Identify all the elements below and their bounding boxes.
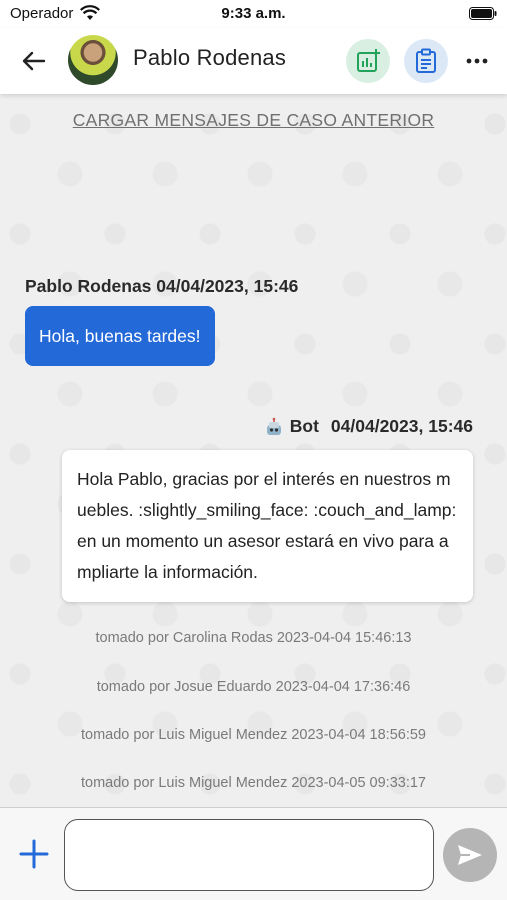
send-icon <box>458 845 482 865</box>
contact-avatar[interactable] <box>68 35 118 85</box>
user-message-header: Pablo Rodenas 04/04/2023, 15:46 <box>25 276 298 297</box>
load-previous-messages-link[interactable]: CARGAR MENSAJES DE CASO ANTERIOR <box>0 110 507 131</box>
chat-header: Pablo Rodenas <box>0 28 507 94</box>
message-timestamp: 04/04/2023, 15:46 <box>330 416 473 436</box>
chat-area[interactable]: CARGAR MENSAJES DE CASO ANTERIOR Pablo R… <box>0 94 507 807</box>
stats-button[interactable] <box>346 39 390 83</box>
arrow-left-icon <box>22 51 46 71</box>
taken-by-note: tomado por Luis Miguel Mendez 2023-04-04… <box>80 727 426 743</box>
back-button[interactable] <box>18 46 50 76</box>
clipboard-button[interactable] <box>404 39 448 83</box>
clipboard-icon <box>416 48 436 73</box>
send-button[interactable] <box>443 828 497 882</box>
plus-icon <box>19 839 49 869</box>
message-text: Hola, buenas tardes! <box>39 325 201 346</box>
status-bar: Operador 9:33 a.m. <box>0 0 507 28</box>
taken-by-note: tomado por Carolina Rodas 2023-04-04 15:… <box>95 630 412 646</box>
message-composer <box>0 807 507 900</box>
message-sender: Bot <box>289 416 319 436</box>
message-sender: Pablo Rodenas <box>25 276 152 296</box>
more-options-button[interactable] <box>460 46 494 76</box>
taken-by-note: tomado por Josue Eduardo 2023-04-04 17:3… <box>96 679 411 695</box>
bot-message-bubble[interactable]: Hola Pablo, gracias por el interés en nu… <box>62 450 473 602</box>
message-text: Hola Pablo, gracias por el interés en nu… <box>77 469 457 582</box>
add-attachment-button[interactable] <box>16 836 52 872</box>
chart-add-icon <box>357 49 380 72</box>
contact-name: Pablo Rodenas <box>133 45 287 70</box>
message-input[interactable] <box>64 819 434 891</box>
more-dots-icon <box>466 58 488 64</box>
user-message-bubble[interactable]: Hola, buenas tardes! <box>25 306 215 366</box>
robot-icon <box>266 417 281 435</box>
status-time: 9:33 a.m. <box>221 5 286 22</box>
bot-message-header: Bot 04/04/2023, 15:46 <box>264 416 473 437</box>
message-timestamp: 04/04/2023, 15:46 <box>156 276 299 296</box>
battery-icon <box>469 7 497 20</box>
taken-by-note: tomado por Luis Miguel Mendez 2023-04-05… <box>80 775 426 791</box>
